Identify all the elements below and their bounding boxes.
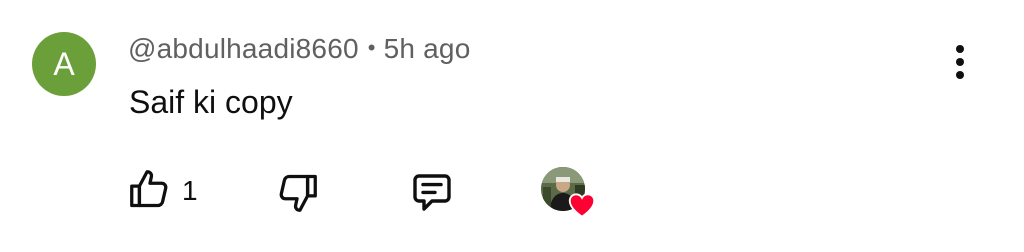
heart-icon xyxy=(568,193,596,218)
avatar[interactable]: A xyxy=(32,32,96,96)
username[interactable]: @abdulhaadi8660 xyxy=(128,33,359,64)
comment-meta: @abdulhaadi8660 • 5h ago xyxy=(128,33,470,65)
reply-button[interactable] xyxy=(408,168,456,216)
meta-separator: • xyxy=(367,35,376,60)
more-options-button[interactable] xyxy=(940,40,980,84)
comment-actions: 1 xyxy=(0,160,1024,224)
comment-text: Saif ki copy xyxy=(129,84,293,120)
thumbs-up-icon xyxy=(130,170,168,208)
dislike-button[interactable] xyxy=(275,170,321,216)
reply-comment-icon xyxy=(413,174,451,211)
comment-item: A @abdulhaadi8660 • 5h ago Saif ki copy 1 xyxy=(0,0,1024,252)
like-button[interactable]: 1 xyxy=(126,166,198,212)
creator-heart-badge xyxy=(541,167,601,225)
timestamp: 5h ago xyxy=(383,33,471,64)
thumbs-down-icon xyxy=(279,174,317,212)
like-count: 1 xyxy=(182,175,198,206)
more-vertical-icon xyxy=(956,45,964,79)
avatar-letter: A xyxy=(53,45,75,82)
